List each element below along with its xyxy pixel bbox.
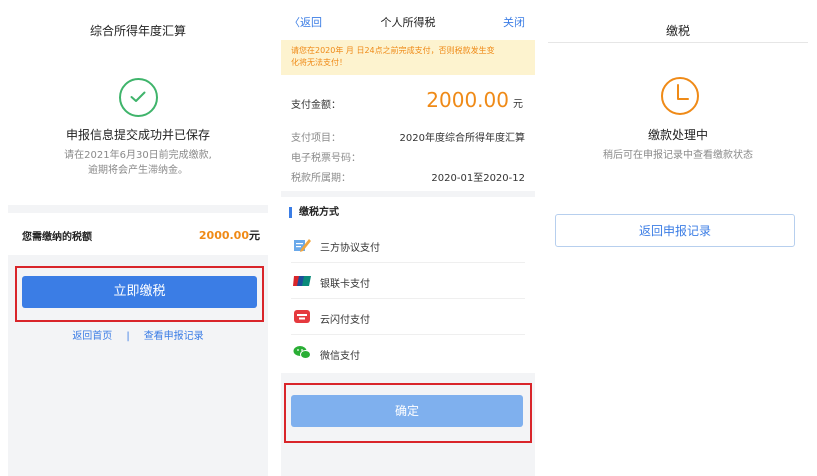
screen-processing: 缴税 缴款处理中 稍后可在申报记录中查看缴款状态 返回申报记录 (548, 0, 808, 476)
detail-value: 2020年度综合所得年度汇算 (399, 133, 525, 144)
clock-icon (660, 76, 700, 120)
tax-due-unit: 元 (249, 229, 260, 242)
payment-methods: 缴税方式 三方协议支付 银联卡支付 云闪付支付 微信支付 (281, 197, 535, 373)
payment-amount-row: 支付金额： 2000.00 元 (281, 75, 535, 125)
tax-due-row: 您需缴纳的税额 2000.00元 (8, 213, 268, 255)
confirm-button[interactable]: 确定 (291, 395, 523, 427)
detail-key: 电子税票号码： (291, 153, 361, 164)
method-wechat[interactable]: 微信支付 (281, 335, 535, 371)
nav-bar: 〈返回 个人所得税 关闭 (281, 0, 535, 40)
detail-key: 税款所属期： (291, 173, 351, 184)
method-quickpass[interactable]: 云闪付支付 (281, 299, 535, 335)
notice-line1: 请您在2020年 月 日24点之前完成支付，否则税款发生变 (291, 46, 495, 55)
view-records-link[interactable]: 查看申报记录 (144, 331, 204, 342)
nav-title: 个人所得税 (380, 16, 436, 29)
detail-key: 支付项目： (291, 133, 341, 144)
status-subtext: 稍后可在申报记录中查看缴款状态 (603, 150, 753, 161)
deadline-notice-line1: 请在2021年6月30日前完成缴款, (64, 150, 212, 161)
method-label: 银联卡支付 (320, 279, 370, 290)
detail-row-ticket: 电子税票号码： (291, 149, 525, 167)
detail-row-period: 税款所属期： 2020-01至2020-12 (291, 169, 525, 187)
page-title: 缴税 (665, 24, 690, 38)
method-label: 三方协议支付 (320, 243, 380, 254)
detail-row-item: 支付项目： 2020年度综合所得年度汇算 (291, 129, 525, 147)
quickpass-icon (293, 309, 311, 324)
close-button[interactable]: 关闭 (503, 14, 525, 30)
payment-amount: 2000.00 元 (426, 88, 523, 112)
method-unionpay[interactable]: 银联卡支付 (281, 263, 535, 299)
status-heading: 缴款处理中 (647, 128, 708, 142)
detail-value: 2020-01至2020-12 (431, 173, 525, 184)
wechat-icon (293, 345, 311, 360)
payment-details: 支付项目： 2020年度综合所得年度汇算 电子税票号码： 税款所属期： 2020… (281, 125, 535, 191)
screen-submit-success: 综合所得年度汇算 申报信息提交成功并已保存 请在2021年6月30日前完成缴款,… (8, 0, 268, 476)
footer-links: 返回首页 | 查看申报记录 (8, 327, 268, 342)
method-label: 云闪付支付 (320, 315, 370, 326)
method-three-party[interactable]: 三方协议支付 (281, 227, 535, 263)
pen-paper-icon (293, 237, 311, 252)
screen-payment: 〈返回 个人所得税 关闭 请您在2020年 月 日24点之前完成支付，否则税款发… (281, 0, 535, 476)
back-to-records-button[interactable]: 返回申报记录 (555, 214, 795, 247)
back-home-link[interactable]: 返回首页 (72, 331, 112, 342)
payment-amount-unit: 元 (513, 99, 523, 110)
tax-due-label: 您需缴纳的税额 (22, 232, 92, 243)
pay-now-button[interactable]: 立即缴税 (22, 276, 257, 308)
section-title: 缴税方式 (289, 207, 339, 218)
tax-due-amount: 2000.00元 (199, 227, 260, 243)
unionpay-icon (293, 273, 311, 288)
payment-amount-value: 2000.00 (426, 88, 509, 112)
tax-due-value: 2000.00 (198, 229, 249, 242)
link-separator: | (126, 331, 130, 342)
payment-deadline-notice: 请您在2020年 月 日24点之前完成支付，否则税款发生变 化将无法支付！ (281, 40, 535, 75)
success-check-icon (119, 78, 158, 117)
success-heading: 申报信息提交成功并已保存 (65, 128, 210, 142)
notice-line2: 化将无法支付！ (291, 58, 347, 67)
method-label: 微信支付 (320, 351, 360, 362)
deadline-notice-line2: 逾期将会产生滞纳金。 (88, 165, 188, 176)
page-title: 综合所得年度汇算 (89, 24, 186, 38)
payment-amount-label: 支付金额： (291, 100, 341, 111)
